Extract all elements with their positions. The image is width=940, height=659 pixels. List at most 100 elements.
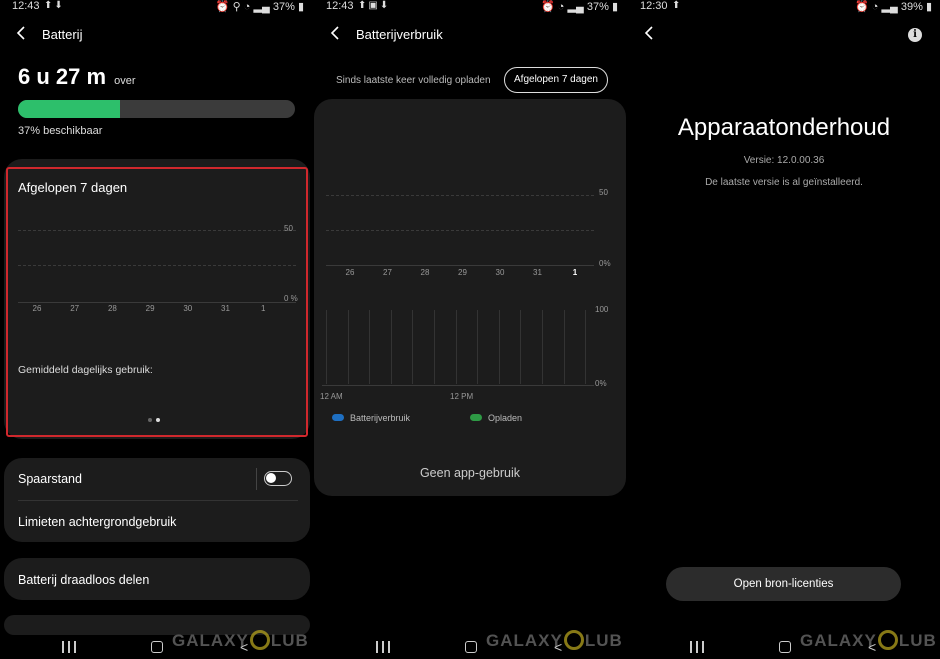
lower-y-top-label: 100 xyxy=(595,305,609,314)
y-axis-bottom-label: 0% xyxy=(599,259,611,268)
usage-chart-card xyxy=(314,99,626,496)
status-right: ⏰ ⚲ ◔ ▂▄ 37% ▮ xyxy=(216,0,304,13)
nav-bar: < xyxy=(628,635,940,659)
battery-level-bar xyxy=(18,100,295,118)
nav-bar: < xyxy=(0,635,312,659)
page-dot xyxy=(148,418,152,422)
status-right: ⏰ ◔ ▂▄ 39% ▮ xyxy=(855,0,932,13)
y-axis-bottom-label: 0 % xyxy=(284,294,298,303)
wireless-share-item[interactable]: Batterij draadloos delen xyxy=(18,573,149,587)
day-label: 27 xyxy=(70,304,80,313)
day-label[interactable]: 30 xyxy=(490,268,510,277)
remaining-value: 6 u 27 m xyxy=(18,64,107,89)
gridline-base xyxy=(18,302,296,303)
legend-label-usage: Batterijverbruik xyxy=(350,413,411,423)
wifi-icon: ◔ xyxy=(243,1,251,13)
day-label: 26 xyxy=(32,304,42,313)
page-dot-active xyxy=(156,418,160,422)
hour-gridline xyxy=(477,310,479,384)
gridline-base xyxy=(326,265,594,266)
no-app-usage-message: Geen app-gebruik xyxy=(419,466,521,480)
day-label[interactable]: 28 xyxy=(415,268,435,277)
nav-back-button[interactable]: < xyxy=(240,639,248,655)
day-label[interactable]: 26 xyxy=(340,268,360,277)
info-icon[interactable]: i xyxy=(908,28,922,42)
recent-apps-button[interactable] xyxy=(376,641,390,653)
open-licenses-button[interactable]: Open bron-licenties xyxy=(666,567,901,601)
y-axis-top-label: 50 xyxy=(284,224,293,233)
day-label: 30 xyxy=(183,304,193,313)
y-axis-top-label: 50 xyxy=(599,188,608,197)
day-label[interactable]: 27 xyxy=(378,268,398,277)
device-care-screen: 12:30 ⬆ ⏰ ◔ ▂▄ 39% ▮ i Apparaatonderhoud… xyxy=(628,0,940,659)
signal-icon: ▂▄ xyxy=(253,1,270,13)
gridline-mid xyxy=(326,230,594,231)
battery-usage-screen: 12:43 ⬆▣⬇ ⏰ ◔ ▂▄ 37% ▮ Batterijverbruik … xyxy=(314,0,626,659)
battery-percent: 37% xyxy=(272,1,295,13)
recent-apps-button[interactable] xyxy=(62,641,76,653)
legend-label-charging: Opladen xyxy=(488,413,523,423)
hour-gridline xyxy=(455,310,457,384)
nav-back-button[interactable]: < xyxy=(868,639,876,655)
gridline-mid xyxy=(18,265,296,266)
day-label[interactable]: 31 xyxy=(528,268,548,277)
lower-y-bottom-label: 0% xyxy=(595,379,607,388)
tab-since-full-charge[interactable]: Sinds laatste keer volledig opladen xyxy=(336,75,491,86)
day-label[interactable]: 29 xyxy=(453,268,473,277)
avg-daily-usage-label: Gemiddeld dagelijks gebruik: xyxy=(18,364,153,376)
power-saving-toggle[interactable] xyxy=(264,471,292,486)
x-label-12am: 12 AM xyxy=(320,392,343,401)
hour-gridline xyxy=(412,310,414,384)
alarm-icon: ⏰ xyxy=(541,1,555,13)
status-time: 12:43 xyxy=(12,0,40,12)
status-bar: 12:43 ⬆⬇ ⏰ ⚲ ◔ ▂▄ 37% ▮ xyxy=(0,0,312,14)
hour-gridline xyxy=(434,310,435,384)
header: Batterij xyxy=(0,24,312,48)
status-time: 12:30 xyxy=(640,0,668,12)
notification-icons: ⬆▣⬇ xyxy=(358,0,391,11)
notification-icons: ⬆⬇ xyxy=(44,0,65,11)
battery-percent: 37% xyxy=(586,1,609,13)
alarm-icon: ⏰ xyxy=(855,1,869,13)
hour-gridline xyxy=(347,310,349,384)
back-button[interactable] xyxy=(642,25,662,45)
hour-gridline xyxy=(563,310,565,384)
hour-gridline xyxy=(520,310,522,384)
battery-screen: 12:43 ⬆⬇ ⏰ ⚲ ◔ ▂▄ 37% ▮ Batterij 6 u 27 … xyxy=(0,0,312,659)
day-label: 29 xyxy=(145,304,155,313)
legend-swatch-charging xyxy=(470,414,482,421)
remaining-suffix: over xyxy=(114,75,136,87)
home-button[interactable] xyxy=(779,641,791,653)
nav-back-button[interactable]: < xyxy=(554,639,562,655)
wifi-icon: ◔ xyxy=(557,1,565,13)
hour-gridline xyxy=(585,310,587,384)
status-time: 12:43 xyxy=(326,0,354,12)
version-text: Versie: 12.0.00.36 xyxy=(743,155,825,166)
chevron-left-icon xyxy=(16,26,25,40)
battery-icon: ▮ xyxy=(925,1,932,13)
chart-card-title: Afgelopen 7 dagen xyxy=(18,180,128,195)
back-button[interactable] xyxy=(328,25,348,45)
hour-gridline xyxy=(542,310,543,384)
day-label: 31 xyxy=(221,304,230,313)
x-label-12pm: 12 PM xyxy=(450,392,474,401)
wifi-icon: ◔ xyxy=(871,1,879,13)
hour-gridline xyxy=(498,310,500,384)
home-button[interactable] xyxy=(465,641,477,653)
header xyxy=(628,24,940,48)
status-right: ⏰ ◔ ▂▄ 37% ▮ xyxy=(541,0,618,13)
recent-apps-button[interactable] xyxy=(690,641,704,653)
background-limits-item[interactable]: Limieten achtergrondgebruik xyxy=(18,515,176,529)
power-saving-label[interactable]: Spaarstand xyxy=(18,472,82,486)
status-bar: 12:30 ⬆ ⏰ ◔ ▂▄ 39% ▮ xyxy=(628,0,940,14)
back-button[interactable] xyxy=(14,25,34,45)
battery-level-fill xyxy=(18,100,121,118)
tab-last-7-days[interactable]: Afgelopen 7 dagen xyxy=(504,67,608,93)
battery-percent: 39% xyxy=(900,1,923,13)
day-label[interactable]: 1 xyxy=(565,268,585,277)
notification-icons: ⬆ xyxy=(672,0,683,11)
home-button[interactable] xyxy=(151,641,163,653)
signal-icon: ▂▄ xyxy=(881,1,898,13)
hour-gridline xyxy=(369,310,371,384)
chevron-left-icon xyxy=(644,26,653,40)
